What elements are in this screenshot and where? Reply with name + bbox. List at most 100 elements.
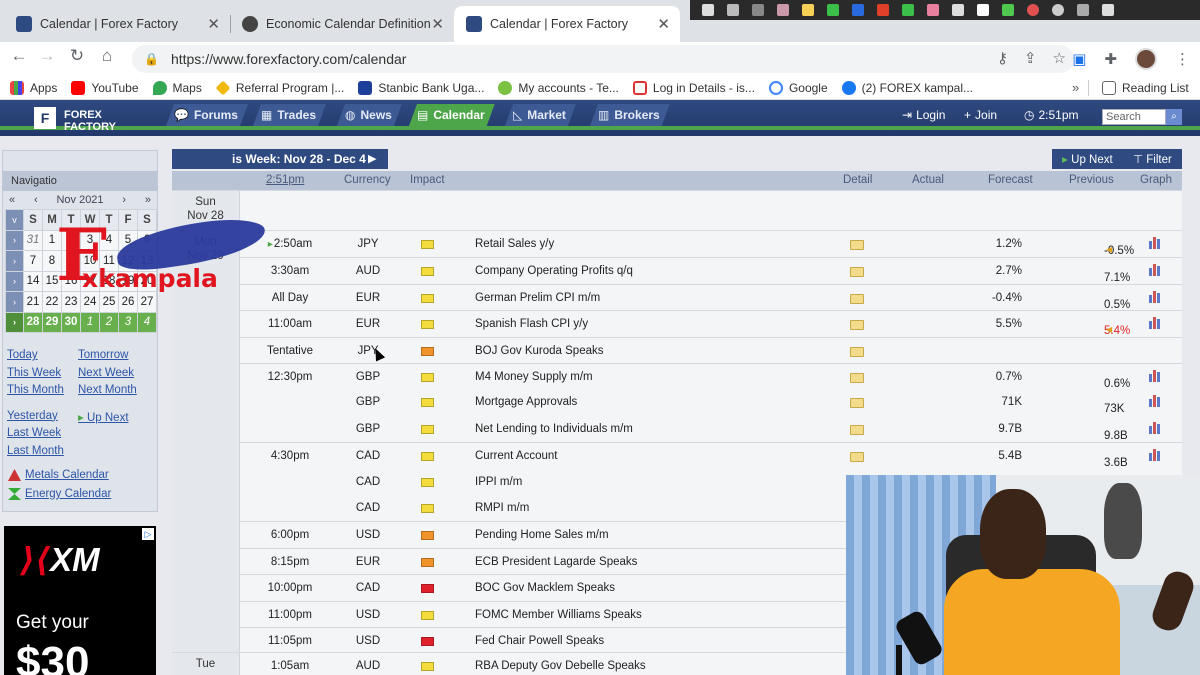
graph-icon[interactable] [1148, 237, 1164, 249]
nav-forums[interactable]: 💬 Forums [166, 104, 248, 126]
bookmark-my-accounts[interactable]: My accounts - Te... [498, 80, 619, 95]
graph-icon[interactable] [1148, 317, 1164, 330]
bookmark-apps[interactable]: Apps [10, 80, 57, 95]
event-name[interactable]: Net Lending to Individuals m/m [475, 423, 633, 435]
detail-folder-icon[interactable] [850, 424, 864, 435]
impact-low-icon[interactable] [421, 398, 434, 408]
bookmark-star-icon[interactable]: ☆ [1053, 49, 1066, 67]
extension-screen-icon[interactable]: ▣ [1072, 50, 1086, 68]
select-week-arrow-icon[interactable]: › [5, 229, 24, 251]
event-name[interactable]: RBA Deputy Gov Debelle Speaks [475, 660, 646, 672]
event-row[interactable]: 3:30am AUD Company Operating Profits q/q 2.… [240, 257, 1182, 284]
calendar-day[interactable]: 28 [23, 311, 43, 333]
energy-calendar-link[interactable]: Energy Calendar [8, 488, 111, 500]
link-up-next[interactable]: Up Next [78, 410, 137, 428]
xm-advertisement[interactable]: ▷ ⟩⟨XM Get your $30 [4, 526, 156, 675]
prev-month-icon[interactable]: ‹ [34, 194, 38, 206]
bookmark-referral[interactable]: Referral Program |... [215, 80, 344, 95]
forward-icon[interactable]: → [34, 46, 60, 66]
col-time[interactable]: 2:51pm [266, 174, 304, 186]
link-last-week[interactable]: Last Week [7, 427, 64, 445]
event-name[interactable]: Mortgage Approvals [475, 396, 577, 408]
detail-folder-icon[interactable] [850, 373, 864, 383]
bookmark-youtube[interactable]: YouTube [71, 80, 139, 95]
share-icon[interactable]: ⇪ [1024, 49, 1037, 67]
impact-medium-icon[interactable] [421, 531, 434, 541]
event-row[interactable]: GBP Mortgage Approvals 71K 73K [240, 389, 1182, 415]
event-name[interactable]: FOMC Member Williams Speaks [475, 609, 642, 621]
reload-icon[interactable]: ↻ [64, 46, 90, 66]
browser-menu-icon[interactable]: ⋮ [1175, 50, 1190, 68]
event-name[interactable]: Fed Chair Powell Speaks [475, 635, 604, 647]
revised-flag-icon[interactable]: ◀ [1106, 325, 1112, 334]
extensions-puzzle-icon[interactable]: ✚ [1104, 50, 1117, 68]
event-name[interactable]: Spanish Flash CPI y/y [475, 318, 588, 330]
calendar-day[interactable]: 7 [23, 250, 43, 272]
graph-icon[interactable] [1148, 449, 1164, 462]
close-tab-icon[interactable]: ✕ [657, 15, 670, 33]
select-week-arrow-icon[interactable]: › [5, 270, 24, 292]
event-row[interactable]: GBP Net Lending to Individuals m/m 9.7B 9.8… [240, 416, 1182, 442]
link-next-month[interactable]: Next Month [78, 384, 137, 402]
impact-low-icon[interactable] [421, 477, 434, 487]
select-week-arrow-icon[interactable]: › [5, 291, 24, 313]
impact-low-icon[interactable] [421, 424, 434, 434]
link-next-week[interactable]: Next Week [78, 367, 137, 385]
detail-folder-icon[interactable] [850, 320, 864, 331]
event-row[interactable]: 12:30pm GBP M4 Money Supply m/m 0.7% 0.6% [240, 363, 1182, 390]
home-icon[interactable]: ⌂ [94, 46, 120, 66]
event-row[interactable]: All Day EUR German Prelim CPI m/m -0.4% 0.5% [240, 283, 1182, 311]
detail-folder-icon[interactable] [850, 293, 864, 304]
nav-news[interactable]: ◍ News [337, 104, 402, 126]
impact-low-icon[interactable] [421, 373, 434, 382]
event-row[interactable]: 4:30pm CAD Current Account 5.4B 3.6B [240, 442, 1182, 469]
impact-medium-icon[interactable] [421, 557, 434, 567]
link-yesterday[interactable]: Yesterday [7, 410, 64, 428]
revised-flag-icon[interactable]: ◀ [1106, 245, 1112, 254]
calendar-day[interactable]: 21 [23, 291, 43, 313]
more-bookmarks-icon[interactable]: » [1072, 80, 1079, 95]
detail-folder-icon[interactable] [850, 346, 864, 357]
calendar-day[interactable]: 2 [99, 311, 119, 333]
impact-low-icon[interactable] [421, 504, 434, 513]
browser-tab-1[interactable]: Calendar | Forex Factory ✕ [4, 6, 231, 42]
event-name[interactable]: Retail Sales y/y [475, 238, 554, 250]
impact-low-icon[interactable] [421, 240, 434, 249]
impact-low-icon[interactable] [421, 610, 434, 620]
ad-choices-icon[interactable]: ▷ [142, 528, 154, 540]
browser-tab-2[interactable]: Economic Calendar Definition ✕ [230, 6, 454, 42]
link-today[interactable]: Today [7, 349, 64, 367]
close-tab-icon[interactable]: ✕ [431, 15, 444, 33]
impact-low-icon[interactable] [421, 662, 434, 672]
search-icon[interactable]: ⌕ [1166, 109, 1182, 125]
impact-high-icon[interactable] [421, 637, 434, 646]
browser-tab-3-active[interactable]: Calendar | Forex Factory ✕ [454, 6, 680, 42]
event-name[interactable]: German Prelim CPI m/m [475, 292, 600, 304]
event-row[interactable]: 11:00am EUR Spanish Flash CPI y/y 5.5% 5.4% ◀ [240, 310, 1182, 337]
reading-list[interactable]: Reading List [1102, 81, 1189, 95]
bookmark-maps[interactable]: Maps [152, 80, 202, 95]
link-tomorrow[interactable]: Tomorrow [78, 349, 137, 367]
nav-trades[interactable]: ▦ Trades [253, 104, 326, 126]
metals-calendar-link[interactable]: Metals Calendar [8, 469, 109, 481]
event-row[interactable]: 2:50amJPYRetail Sales y/y1.2%-0.5%◀ [240, 231, 1182, 257]
detail-folder-icon[interactable] [850, 267, 864, 278]
event-name[interactable]: IPPI m/m [475, 476, 522, 488]
calendar-day[interactable]: 4 [137, 311, 157, 333]
link-last-month[interactable]: Last Month [7, 445, 64, 463]
week-toggle-icon[interactable]: v [5, 209, 24, 231]
bookmark-stanbic[interactable]: Stanbic Bank Uga... [358, 80, 484, 95]
nav-calendar[interactable]: ▤ Calendar [409, 104, 495, 126]
graph-icon[interactable] [1148, 395, 1164, 408]
event-name[interactable]: ECB President Lagarde Speaks [475, 556, 637, 568]
join-link[interactable]: + Join [964, 108, 997, 122]
key-icon[interactable]: ⚷ [997, 49, 1008, 67]
impact-medium-icon[interactable] [421, 346, 434, 356]
filter-button[interactable]: ⊤ Filter [1133, 152, 1172, 166]
nav-brokers[interactable]: ▥ Brokers [590, 104, 670, 126]
next-year-icon[interactable]: » [145, 194, 151, 206]
site-search-input[interactable]: Search [1102, 109, 1166, 125]
graph-icon[interactable] [1148, 370, 1164, 382]
impact-low-icon[interactable] [421, 293, 434, 303]
calendar-day[interactable]: 14 [23, 270, 43, 292]
